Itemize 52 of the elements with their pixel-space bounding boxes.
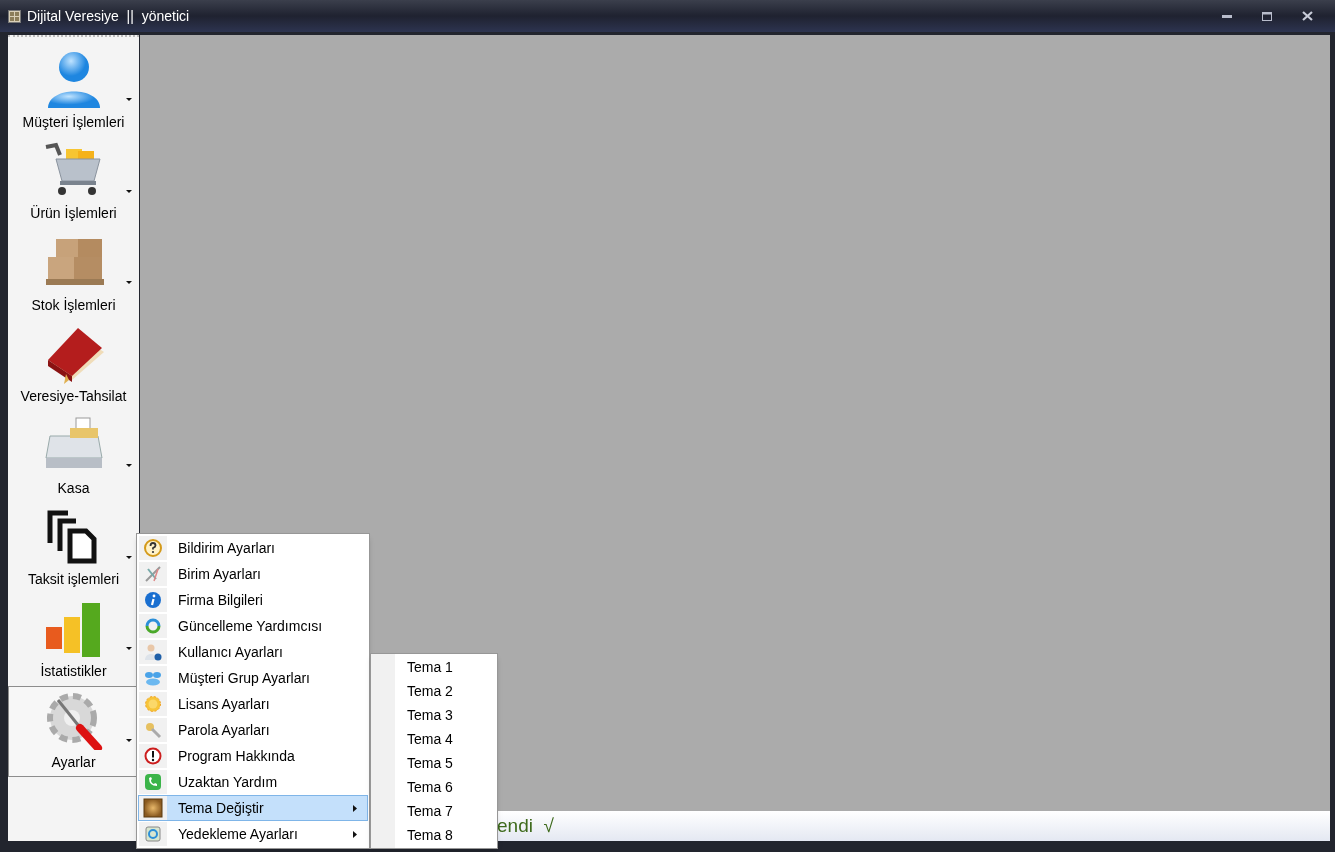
exclamation-icon	[144, 747, 162, 765]
dropdown-arrow-icon[interactable]	[126, 738, 132, 742]
window-title: Dijital Veresiye || yönetici	[27, 6, 190, 26]
dropdown-arrow-icon[interactable]	[126, 464, 132, 467]
app-icon	[8, 9, 21, 23]
sidebar-button[interactable]: Taksit işlemleri	[8, 502, 139, 594]
question-icon	[144, 539, 162, 557]
menu-item[interactable]: Program Hakkında	[138, 743, 368, 769]
group-icon	[144, 669, 162, 687]
minimize-icon[interactable]	[1222, 14, 1232, 18]
dropdown-arrow-icon[interactable]	[126, 189, 132, 193]
menu-item[interactable]: Tema 3	[407, 704, 453, 726]
menu-item[interactable]: Güncelleme Yardımcısı	[138, 613, 368, 639]
menu-item[interactable]: Tema 7	[407, 800, 453, 822]
menu-item[interactable]: Tema 5	[407, 752, 453, 774]
menu-item[interactable]: Bildirim Ayarları	[138, 535, 368, 561]
key-icon	[144, 721, 162, 739]
menu-item[interactable]: Lisans Ayarları	[138, 691, 368, 717]
sidebar-button[interactable]: Ayarlar	[8, 685, 139, 777]
dropdown-arrow-icon[interactable]	[126, 281, 132, 284]
refresh-icon	[144, 617, 162, 635]
sidebar-button[interactable]: Müşteri İşlemleri	[8, 45, 139, 137]
menu-item[interactable]: Tema 6	[407, 776, 453, 798]
sidebar-button[interactable]: Veresiye-Tahsilat	[8, 319, 139, 411]
menu-item[interactable]: Birim Ayarları	[138, 561, 368, 587]
dropdown-arrow-icon[interactable]	[126, 647, 132, 650]
dropdown-arrow-icon[interactable]	[126, 555, 132, 559]
menu-item[interactable]: Tema Değiştir	[138, 795, 368, 821]
sidebar-button[interactable]: Ürün İşlemleri	[8, 136, 139, 228]
menu-item[interactable]: Kullanıcı Ayarları	[138, 639, 368, 665]
sidebar-button[interactable]: Kasa	[8, 411, 139, 503]
menu-item[interactable]: Parola Ayarları	[138, 717, 368, 743]
phone-icon	[144, 773, 162, 791]
theme-swatch-icon	[143, 798, 163, 818]
backup-icon	[144, 825, 162, 843]
menu-item[interactable]: Tema 2	[407, 680, 453, 702]
sidebar-button[interactable]: İstatistikler	[8, 594, 139, 686]
menu-item[interactable]: Uzaktan Yardım	[138, 769, 368, 795]
menu-item[interactable]: Müşteri Grup Ayarları	[138, 665, 368, 691]
menu-item[interactable]: Tema 8	[407, 824, 453, 846]
maximize-icon[interactable]	[1262, 11, 1272, 21]
sun-icon	[144, 695, 162, 713]
close-icon[interactable]	[1302, 11, 1313, 21]
dropdown-arrow-icon[interactable]	[126, 98, 132, 101]
status-text: endi √	[497, 813, 554, 838]
sidebar-button[interactable]: Stok İşlemleri	[8, 228, 139, 320]
menu-item[interactable]: Tema 4	[407, 728, 453, 750]
user-info-icon	[144, 643, 162, 661]
menu-item[interactable]: Yedekleme Ayarları	[138, 821, 368, 847]
info-icon	[144, 591, 162, 609]
menu-item[interactable]: Firma Bilgileri	[138, 587, 368, 613]
menu-item[interactable]: Tema 1	[407, 656, 453, 678]
